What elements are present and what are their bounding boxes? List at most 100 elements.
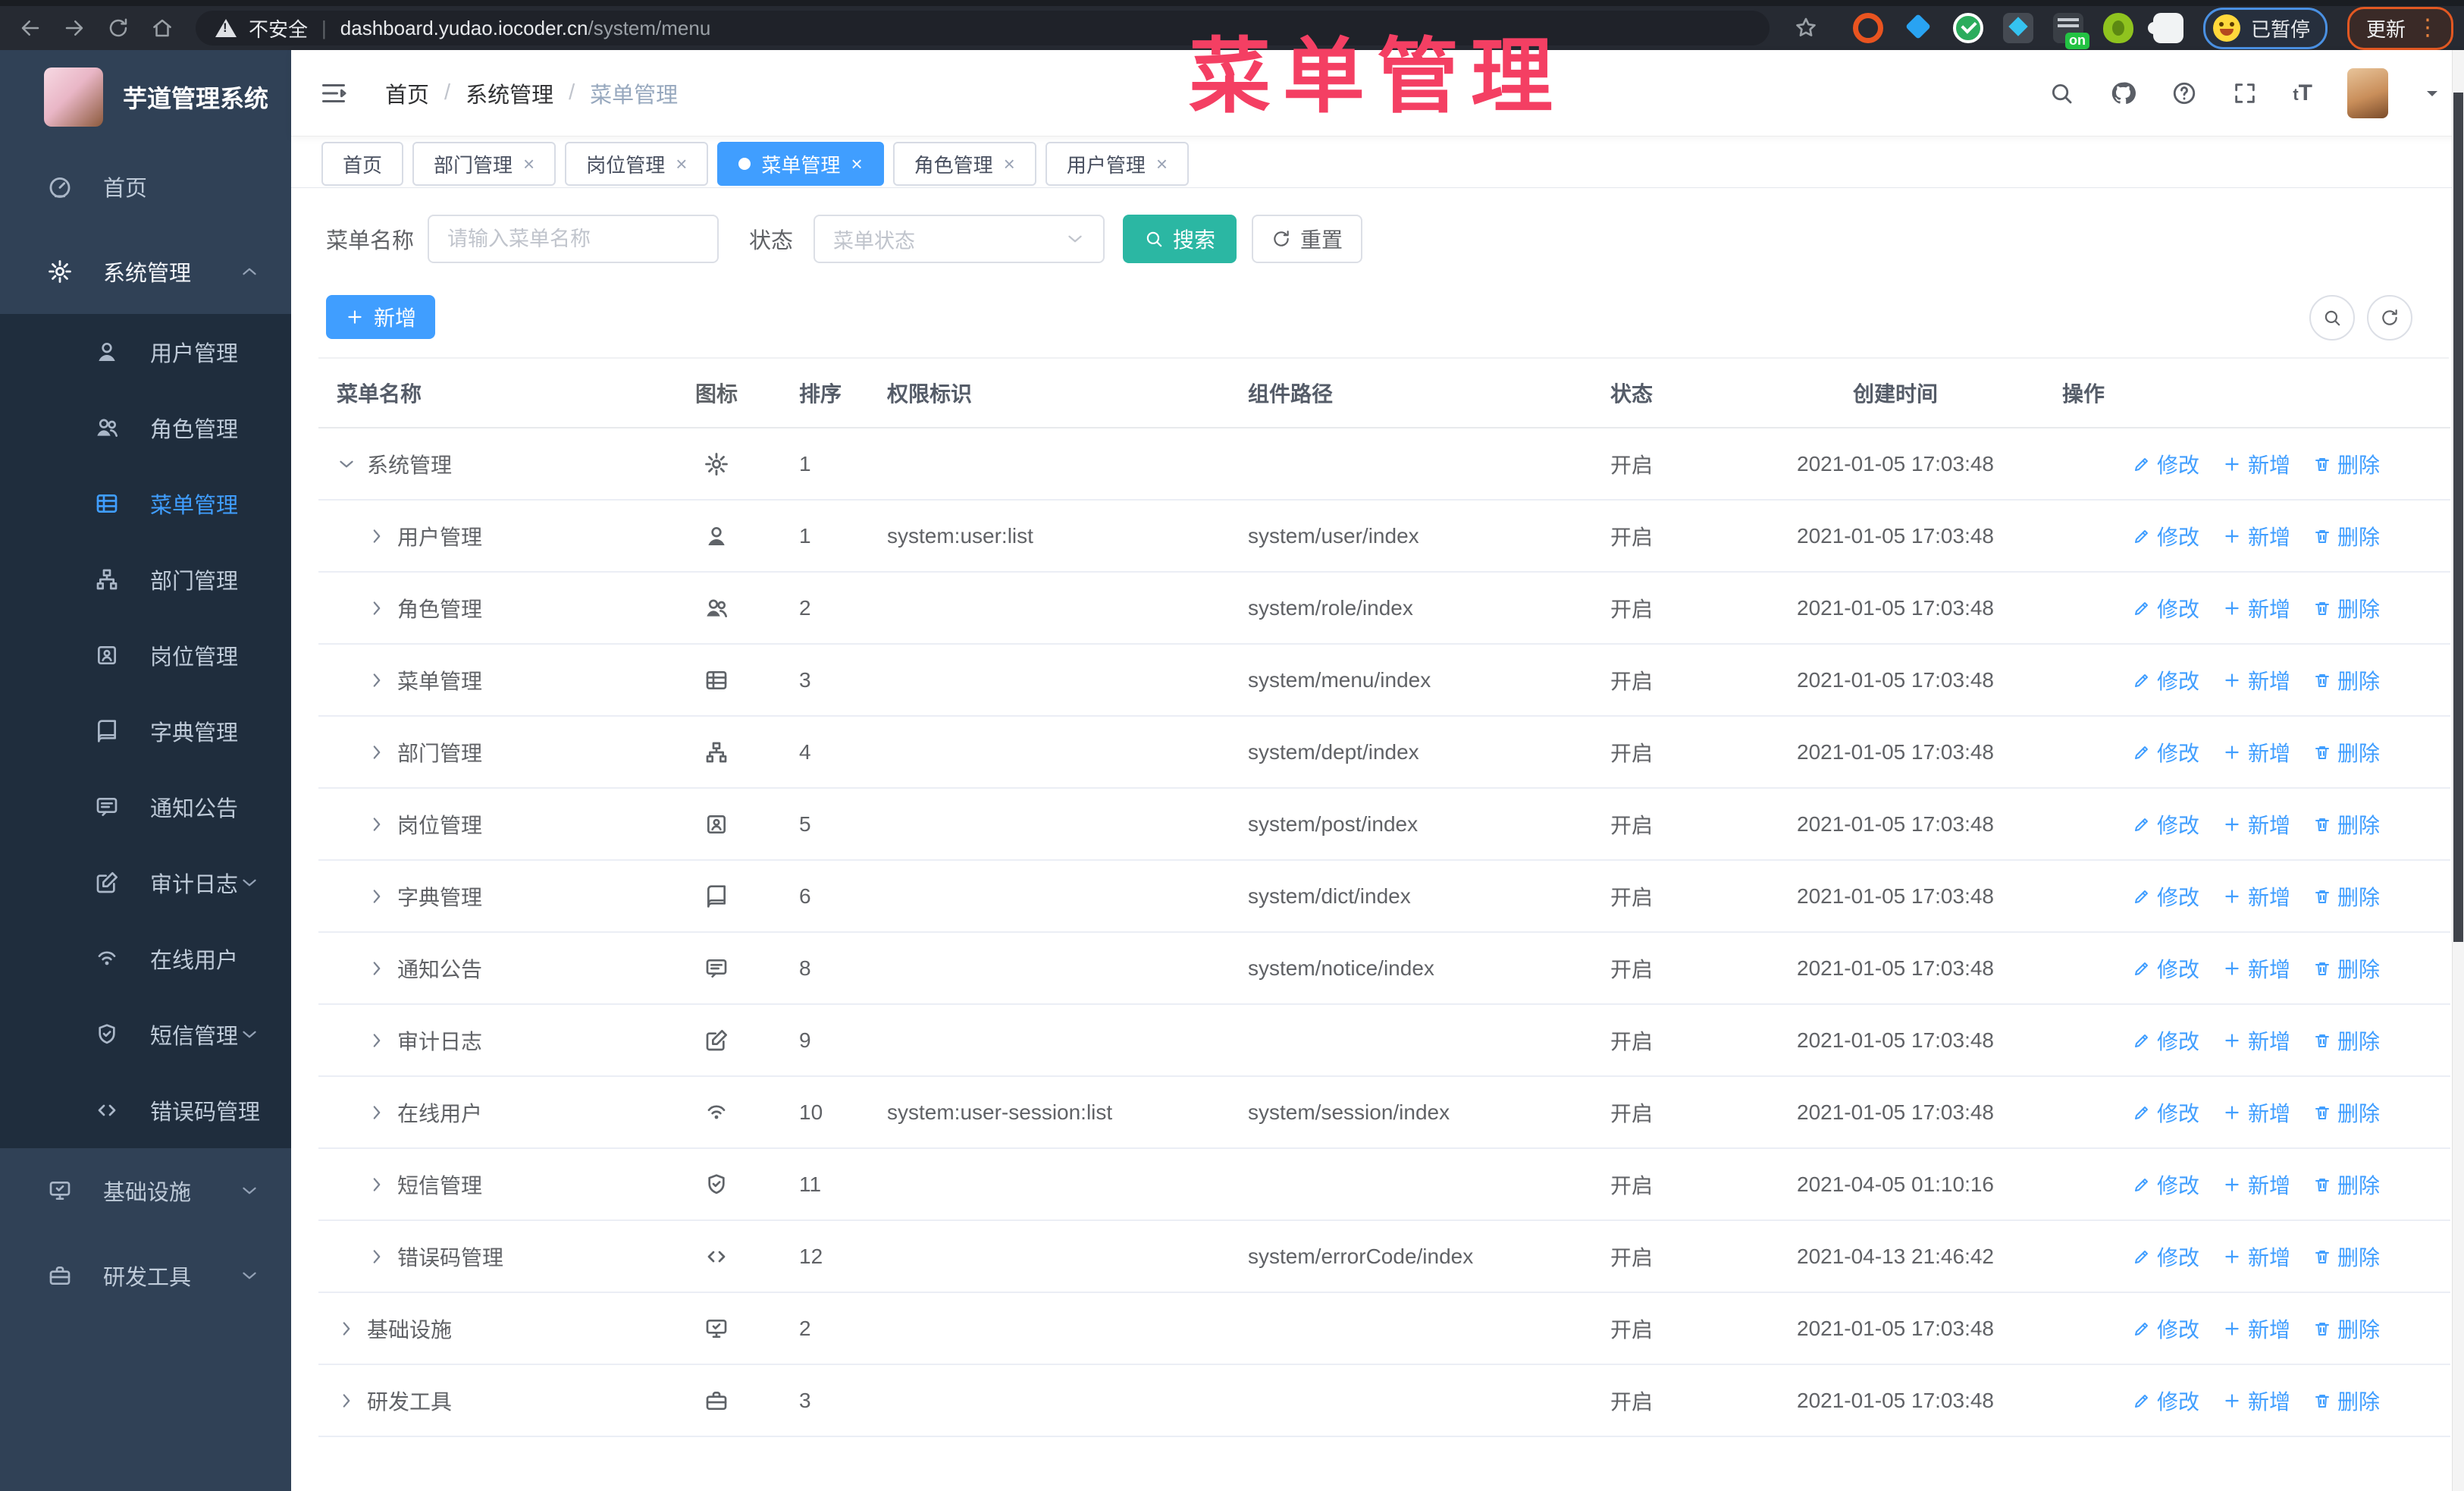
user-menu-caret-icon[interactable] xyxy=(2423,84,2441,102)
delete-link[interactable]: 删除 xyxy=(2313,665,2380,695)
tree-expand-icon[interactable] xyxy=(367,1103,387,1122)
edit-link[interactable]: 修改 xyxy=(2133,1241,2199,1272)
extensions-puzzle-icon[interactable] xyxy=(2147,13,2183,43)
delete-link[interactable]: 删除 xyxy=(2313,737,2380,767)
delete-link[interactable]: 删除 xyxy=(2313,1314,2380,1344)
menu-name-input[interactable] xyxy=(428,215,719,263)
add-child-link[interactable]: 新增 xyxy=(2222,1241,2290,1272)
page-scrollbar[interactable] xyxy=(2452,50,2464,1491)
tree-expand-icon[interactable] xyxy=(337,1319,356,1339)
tree-expand-icon[interactable] xyxy=(367,742,387,762)
delete-link[interactable]: 删除 xyxy=(2313,809,2380,840)
edit-link[interactable]: 修改 xyxy=(2133,737,2199,767)
delete-link[interactable]: 删除 xyxy=(2313,593,2380,623)
close-tab-icon[interactable]: × xyxy=(1156,152,1168,176)
extension-grid-icon[interactable] xyxy=(2002,13,2033,43)
extension-orange-icon[interactable] xyxy=(1852,13,1883,43)
extension-gem-icon[interactable] xyxy=(1903,13,1933,43)
delete-link[interactable]: 删除 xyxy=(2313,1025,2380,1056)
add-child-link[interactable]: 新增 xyxy=(2222,809,2290,840)
app-logo[interactable]: 芋道管理系统 xyxy=(0,50,291,144)
sidebar-item-在线用户[interactable]: 在线用户 xyxy=(0,921,291,997)
close-tab-icon[interactable]: × xyxy=(1004,152,1015,176)
delete-link[interactable]: 删除 xyxy=(2313,1386,2380,1416)
tree-expand-icon[interactable] xyxy=(367,1175,387,1194)
fullscreen-icon[interactable] xyxy=(2232,80,2258,106)
browser-update-button[interactable]: 更新 ⋮ xyxy=(2346,6,2453,50)
tab-部门管理[interactable]: 部门管理 × xyxy=(412,142,556,186)
edit-link[interactable]: 修改 xyxy=(2133,521,2199,551)
sidebar-item-短信管理[interactable]: 短信管理 xyxy=(0,997,291,1072)
tree-expand-icon[interactable] xyxy=(367,526,387,546)
collapse-sidebar-icon[interactable] xyxy=(320,80,347,107)
edit-link[interactable]: 修改 xyxy=(2133,1314,2199,1344)
sidebar-item-审计日志[interactable]: 审计日志 xyxy=(0,845,291,921)
github-icon[interactable] xyxy=(2109,80,2136,107)
search-icon[interactable] xyxy=(2049,80,2074,106)
delete-link[interactable]: 删除 xyxy=(2313,449,2380,479)
refresh-table-button[interactable] xyxy=(2367,295,2412,341)
sidebar-item-错误码管理[interactable]: 错误码管理 xyxy=(0,1072,291,1148)
extension-bug-icon[interactable] xyxy=(2102,13,2133,43)
edit-link[interactable]: 修改 xyxy=(2133,1097,2199,1128)
tree-expand-icon[interactable] xyxy=(367,815,387,834)
add-child-link[interactable]: 新增 xyxy=(2222,593,2290,623)
tree-expand-icon[interactable] xyxy=(367,670,387,690)
tab-角色管理[interactable]: 角色管理 × xyxy=(892,142,1036,186)
status-select[interactable]: 菜单状态 xyxy=(813,215,1105,263)
close-tab-icon[interactable]: × xyxy=(523,152,534,176)
tab-用户管理[interactable]: 用户管理 × xyxy=(1045,142,1190,186)
add-child-link[interactable]: 新增 xyxy=(2222,521,2290,551)
edit-link[interactable]: 修改 xyxy=(2133,953,2199,984)
edit-link[interactable]: 修改 xyxy=(2133,881,2199,912)
tree-expand-icon[interactable] xyxy=(367,959,387,978)
breadcrumb-item-首页[interactable]: 首页 xyxy=(385,77,429,109)
tab-菜单管理[interactable]: 菜单管理 × xyxy=(717,142,884,186)
help-icon[interactable] xyxy=(2171,80,2197,106)
tab-首页[interactable]: 首页 xyxy=(321,142,404,186)
browser-forward-icon[interactable] xyxy=(58,11,91,45)
sidebar-item-部门管理[interactable]: 部门管理 xyxy=(0,541,291,617)
delete-link[interactable]: 删除 xyxy=(2313,1241,2380,1272)
sidebar-item-字典管理[interactable]: 字典管理 xyxy=(0,693,291,769)
add-child-link[interactable]: 新增 xyxy=(2222,1169,2290,1200)
delete-link[interactable]: 删除 xyxy=(2313,521,2380,551)
tree-expand-icon[interactable] xyxy=(367,1247,387,1267)
sidebar-item-角色管理[interactable]: 角色管理 xyxy=(0,390,291,466)
extension-check-icon[interactable] xyxy=(1952,13,1983,43)
delete-link[interactable]: 删除 xyxy=(2313,953,2380,984)
tree-expand-icon[interactable] xyxy=(367,598,387,618)
browser-home-icon[interactable] xyxy=(146,11,179,45)
sidebar-item-岗位管理[interactable]: 岗位管理 xyxy=(0,617,291,693)
sidebar-item-首页[interactable]: 首页 xyxy=(0,144,291,229)
close-tab-icon[interactable]: × xyxy=(676,152,687,176)
add-child-link[interactable]: 新增 xyxy=(2222,881,2290,912)
edit-link[interactable]: 修改 xyxy=(2133,809,2199,840)
edit-link[interactable]: 修改 xyxy=(2133,1386,2199,1416)
delete-link[interactable]: 删除 xyxy=(2313,881,2380,912)
toggle-search-button[interactable] xyxy=(2309,295,2355,341)
close-tab-icon[interactable]: × xyxy=(851,152,862,176)
font-size-icon[interactable]: tT xyxy=(2293,80,2312,106)
sidebar-item-通知公告[interactable]: 通知公告 xyxy=(0,769,291,845)
add-child-link[interactable]: 新增 xyxy=(2222,449,2290,479)
edit-link[interactable]: 修改 xyxy=(2133,593,2199,623)
delete-link[interactable]: 删除 xyxy=(2313,1169,2380,1200)
tree-collapse-icon[interactable] xyxy=(337,454,356,474)
add-child-link[interactable]: 新增 xyxy=(2222,1314,2290,1344)
edit-link[interactable]: 修改 xyxy=(2133,449,2199,479)
add-child-link[interactable]: 新增 xyxy=(2222,1025,2290,1056)
sidebar-item-用户管理[interactable]: 用户管理 xyxy=(0,314,291,390)
add-child-link[interactable]: 新增 xyxy=(2222,737,2290,767)
edit-link[interactable]: 修改 xyxy=(2133,1169,2199,1200)
sidebar-item-系统管理[interactable]: 系统管理 xyxy=(0,229,291,314)
delete-link[interactable]: 删除 xyxy=(2313,1097,2380,1128)
add-child-link[interactable]: 新增 xyxy=(2222,1386,2290,1416)
profile-paused-badge[interactable]: 已暂停 xyxy=(2202,7,2328,49)
tab-岗位管理[interactable]: 岗位管理 × xyxy=(565,142,709,186)
add-child-link[interactable]: 新增 xyxy=(2222,665,2290,695)
search-button[interactable]: 搜索 xyxy=(1123,215,1237,263)
tree-expand-icon[interactable] xyxy=(337,1391,356,1411)
tree-expand-icon[interactable] xyxy=(367,887,387,906)
sidebar-item-研发工具[interactable]: 研发工具 xyxy=(0,1233,291,1318)
